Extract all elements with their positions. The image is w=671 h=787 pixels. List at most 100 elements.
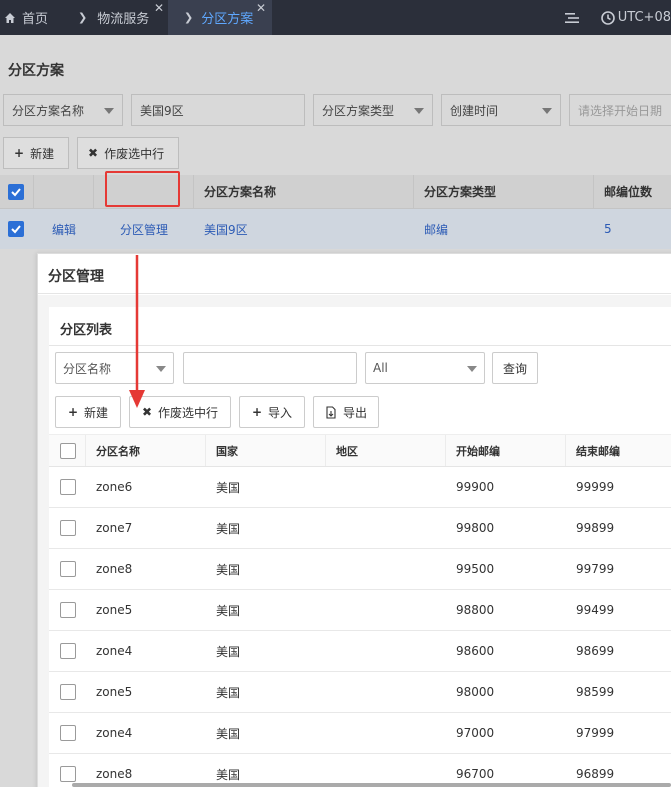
tab-home[interactable]: 首页 bbox=[0, 0, 72, 35]
col-plan-type[interactable]: 分区方案类型 bbox=[424, 175, 496, 208]
start-zip-cell: 97000 bbox=[456, 726, 495, 740]
end-zip-cell: 99499 bbox=[576, 603, 615, 617]
select-all-checkbox[interactable] bbox=[60, 435, 76, 466]
zone-name-cell: zone6 bbox=[96, 480, 133, 494]
table-row[interactable]: 编辑 分区管理 美国9区 邮编 5 bbox=[0, 209, 671, 249]
export-file-icon bbox=[326, 405, 336, 419]
created-time-select-label: 创建时间 bbox=[450, 103, 499, 118]
table-row[interactable]: zone6 美国 99900 99999 bbox=[49, 467, 671, 508]
start-zip-cell: 99800 bbox=[456, 521, 495, 535]
table-row[interactable]: zone5 美国 98000 98599 bbox=[49, 672, 671, 713]
x-icon: ✖ bbox=[141, 405, 153, 419]
end-zip-cell: 99999 bbox=[576, 480, 615, 494]
col-country[interactable]: 国家 bbox=[216, 435, 238, 466]
card-divider bbox=[49, 345, 671, 346]
start-date-placeholder: 请选择开始日期 bbox=[578, 103, 663, 118]
export-button[interactable]: 导出 bbox=[313, 396, 379, 428]
created-time-select[interactable]: 创建时间 bbox=[441, 94, 561, 126]
row-checkbox[interactable] bbox=[60, 672, 76, 712]
tab-zone-plan[interactable]: ❯ 分区方案 ✕ bbox=[168, 0, 272, 35]
query-button[interactable]: 查询 bbox=[492, 352, 538, 384]
timezone-label[interactable]: UTC+08 bbox=[618, 10, 671, 25]
tab-logistics[interactable]: ❯ 物流服务 ✕ bbox=[72, 0, 168, 35]
void-zone-button-label: 作废选中行 bbox=[158, 405, 219, 420]
col-start-zip[interactable]: 开始邮编 bbox=[456, 435, 500, 466]
zone-name-cell: zone4 bbox=[96, 726, 133, 740]
table-row[interactable]: zone5 美国 98800 99499 bbox=[49, 590, 671, 631]
horizontal-scrollbar[interactable] bbox=[72, 783, 671, 787]
import-button[interactable]: + 导入 bbox=[239, 396, 305, 428]
country-cell: 美国 bbox=[216, 685, 241, 700]
modal-body: 分区列表 分区名称 All 查询 + 新建 ✖ 作废选中行 + 导入 导出 分区… bbox=[38, 295, 671, 787]
void-selected-button[interactable]: ✖ 作废选中行 bbox=[77, 137, 179, 169]
plan-table-header: 分区方案名称 分区方案类型 邮编位数 bbox=[0, 175, 671, 209]
end-zip-cell: 98699 bbox=[576, 644, 615, 658]
row-checkbox[interactable] bbox=[60, 467, 76, 507]
table-row[interactable]: zone8 美国 99500 99799 bbox=[49, 549, 671, 590]
row-checkbox[interactable] bbox=[60, 590, 76, 630]
end-zip-cell: 97999 bbox=[576, 726, 615, 740]
start-date-input[interactable]: 请选择开始日期 bbox=[569, 94, 671, 126]
row-checkbox[interactable] bbox=[60, 631, 76, 671]
plan-type-cell: 邮编 bbox=[424, 222, 449, 237]
new-zone-button-label: 新建 bbox=[84, 405, 109, 420]
plan-name-input[interactable]: 美国9区 bbox=[131, 94, 305, 126]
new-plan-button[interactable]: + 新建 bbox=[3, 137, 69, 169]
plus-icon: + bbox=[251, 405, 263, 419]
country-cell: 美国 bbox=[216, 562, 241, 577]
plan-name-select-label: 分区方案名称 bbox=[12, 103, 85, 118]
end-zip-cell: 99799 bbox=[576, 562, 615, 576]
zone-scope-select[interactable]: All bbox=[365, 352, 485, 384]
caret-down-icon bbox=[542, 108, 552, 114]
plus-icon: + bbox=[14, 146, 25, 160]
start-zip-cell: 98800 bbox=[456, 603, 495, 617]
tab-logistics-label: 物流服务 bbox=[97, 12, 150, 27]
zone-search-input[interactable] bbox=[183, 352, 357, 384]
select-all-checkbox[interactable] bbox=[8, 175, 24, 208]
chevron-right-icon: ❯ bbox=[78, 11, 88, 24]
top-tab-bar: 首页 ❯ 物流服务 ✕ ❯ 分区方案 ✕ UTC+08 bbox=[0, 0, 671, 35]
edit-link[interactable]: 编辑 bbox=[52, 209, 76, 249]
plan-type-select-label: 分区方案类型 bbox=[322, 103, 395, 118]
col-region[interactable]: 地区 bbox=[336, 435, 358, 466]
void-selected-button-label: 作废选中行 bbox=[104, 146, 165, 161]
row-checkbox[interactable] bbox=[60, 549, 76, 589]
end-zip-cell: 99899 bbox=[576, 521, 615, 535]
zone-manage-link[interactable]: 分区管理 bbox=[120, 209, 168, 249]
zone-manage-modal: 分区管理 分区列表 分区名称 All 查询 + 新建 ✖ 作废选中行 + 导入 … bbox=[37, 253, 671, 787]
import-button-label: 导入 bbox=[268, 405, 293, 420]
row-checkbox[interactable] bbox=[60, 713, 76, 753]
country-cell: 美国 bbox=[216, 521, 241, 536]
start-zip-cell: 99500 bbox=[456, 562, 495, 576]
plan-type-select[interactable]: 分区方案类型 bbox=[313, 94, 433, 126]
chevron-right-icon: ❯ bbox=[184, 11, 194, 24]
caret-down-icon bbox=[414, 108, 424, 114]
modal-title: 分区管理 bbox=[48, 269, 104, 285]
close-icon[interactable]: ✕ bbox=[256, 1, 266, 15]
void-zone-button[interactable]: ✖ 作废选中行 bbox=[129, 396, 231, 428]
col-plan-name[interactable]: 分区方案名称 bbox=[204, 175, 276, 208]
new-zone-button[interactable]: + 新建 bbox=[55, 396, 121, 428]
col-zip-digits[interactable]: 邮编位数 bbox=[604, 175, 652, 208]
plan-name-select[interactable]: 分区方案名称 bbox=[3, 94, 123, 126]
close-icon[interactable]: ✕ bbox=[154, 1, 164, 15]
end-zip-cell: 98599 bbox=[576, 685, 615, 699]
modal-header: 分区管理 bbox=[38, 254, 671, 294]
zone-field-select[interactable]: 分区名称 bbox=[55, 352, 174, 384]
caret-down-icon bbox=[156, 366, 166, 372]
new-plan-button-label: 新建 bbox=[30, 146, 55, 161]
clock-icon bbox=[600, 10, 615, 25]
menu-icon[interactable] bbox=[564, 12, 579, 24]
tab-home-label: 首页 bbox=[22, 12, 49, 27]
export-button-label: 导出 bbox=[342, 405, 367, 420]
col-end-zip[interactable]: 结束邮编 bbox=[576, 435, 620, 466]
x-icon: ✖ bbox=[88, 146, 99, 160]
col-zone-name[interactable]: 分区名称 bbox=[96, 435, 140, 466]
table-row[interactable]: zone4 美国 97000 97999 bbox=[49, 713, 671, 754]
tab-zone-plan-label: 分区方案 bbox=[201, 12, 254, 27]
row-checkbox[interactable] bbox=[8, 209, 24, 249]
table-row[interactable]: zone4 美国 98600 98699 bbox=[49, 631, 671, 672]
row-checkbox[interactable] bbox=[60, 508, 76, 548]
zip-digits-cell: 5 bbox=[604, 222, 612, 236]
table-row[interactable]: zone7 美国 99800 99899 bbox=[49, 508, 671, 549]
